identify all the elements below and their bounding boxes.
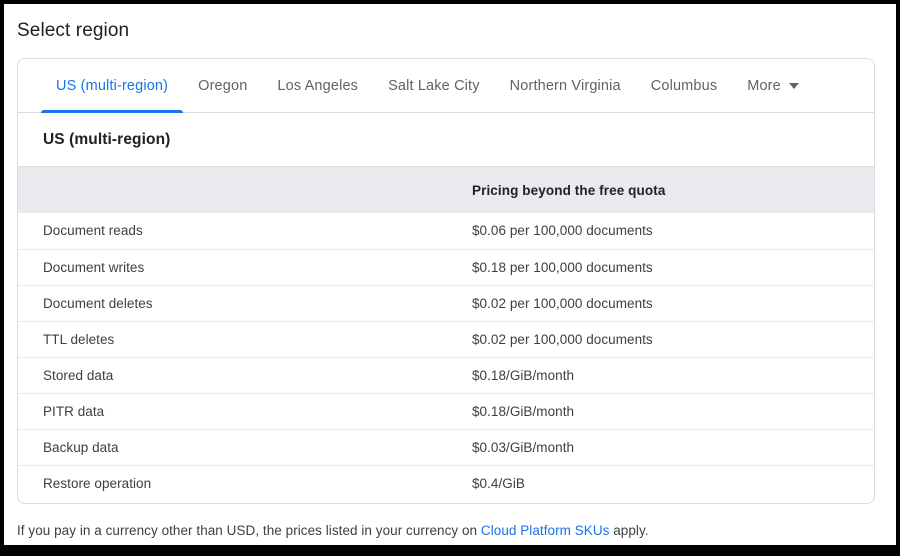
tab-more-button[interactable]: More [732,59,814,112]
pricing-item-label: Document deletes [18,285,458,322]
pricing-item-label: Document writes [18,249,458,286]
pricing-item-label: Stored data [18,357,458,394]
pricing-item-value: $0.02 per 100,000 documents [458,285,874,322]
tab-more-label: More [747,77,781,94]
table-row: Backup data $0.03/GiB/month [18,429,874,466]
pricing-item-value: $0.18/GiB/month [458,357,874,394]
table-row: Stored data $0.18/GiB/month [18,357,874,394]
pricing-table: Pricing beyond the free quota Document r… [18,167,874,501]
tab-label: US (multi-region) [56,77,169,94]
table-row: TTL deletes $0.02 per 100,000 documents [18,321,874,358]
column-header-item [18,167,458,213]
tab-label: Los Angeles [277,77,359,94]
footnote-suffix: apply. [609,523,649,538]
pricing-item-label: Restore operation [43,475,152,491]
tab-northern-virginia[interactable]: Northern Virginia [495,59,636,112]
pricing-item-value: $0.03/GiB/month [458,429,874,466]
pricing-item-label: PITR data [18,393,458,430]
region-tab-bar: US (multi-region) Oregon Los Angeles Salt L… [18,59,874,113]
table-row: Document writes $0.18 per 100,000 documen… [18,249,874,286]
table-header-row: Pricing beyond the free quota [18,167,874,213]
pricing-item-value: $0.18/GiB/month [458,393,874,430]
footnote-prefix: If you pay in a currency other than USD,… [17,523,481,538]
screenshot-frame: Select region US (multi-region) Oregon Los… [4,4,896,545]
tab-columbus[interactable]: Columbus [636,59,732,112]
pricing-table-head: Pricing beyond the free quota [18,167,874,213]
chevron-down-icon [788,82,799,89]
pricing-item-label: Backup data [18,429,458,466]
pricing-item-value: $0.18 per 100,000 documents [458,249,874,286]
pricing-item-value: $0.06 per 100,000 documents [458,213,874,250]
column-header-pricing: Pricing beyond the free quota [458,167,874,213]
tab-label: Columbus [650,77,718,94]
tab-label: Oregon [198,77,248,94]
pricing-item-value: $0.02 per 100,000 documents [458,321,874,358]
pricing-item-label: Document reads [18,213,458,250]
tab-label: Salt Lake City [388,77,480,94]
region-heading: US (multi-region) [18,113,874,167]
region-pricing-card: US (multi-region) Oregon Los Angeles Salt L… [17,58,875,504]
tab-los-angeles[interactable]: Los Angeles [262,59,373,112]
tab-label: Northern Virginia [509,77,621,94]
tab-oregon[interactable]: Oregon [183,59,262,112]
currency-footnote: If you pay in a currency other than USD,… [17,523,649,538]
table-row: Restore operation $0.4/GiB [18,465,874,501]
table-row: Document reads $0.06 per 100,000 document… [18,213,874,250]
table-row: Document deletes $0.02 per 100,000 docume… [18,285,874,322]
tab-salt-lake-city[interactable]: Salt Lake City [373,59,495,112]
pricing-item-label: TTL deletes [18,321,458,358]
cloud-platform-skus-link[interactable]: Cloud Platform SKUs [481,523,610,538]
table-row: PITR data $0.18/GiB/month [18,393,874,430]
tab-us-multi-region[interactable]: US (multi-region) [41,59,184,113]
page-title: Select region [17,20,130,41]
pricing-item-value: $0.4/GiB [472,475,525,491]
pricing-table-body: Document reads $0.06 per 100,000 document… [18,213,874,501]
